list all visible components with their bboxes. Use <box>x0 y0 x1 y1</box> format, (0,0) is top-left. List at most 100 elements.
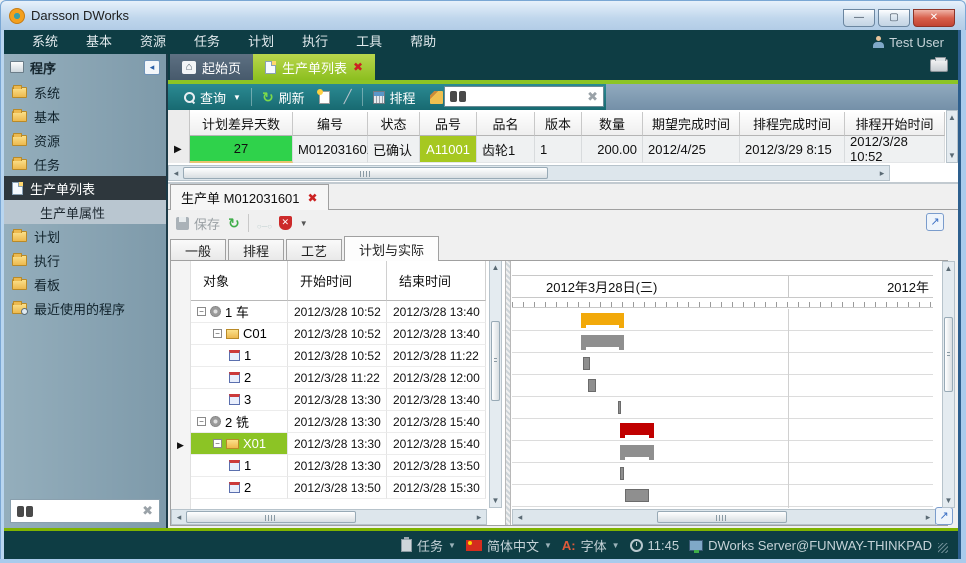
tree-cell-object[interactable]: −2 铣 <box>191 411 288 433</box>
menu-system[interactable]: 系统 <box>18 30 72 54</box>
scroll-down-icon[interactable]: ▼ <box>490 496 501 505</box>
menu-plan[interactable]: 计划 <box>234 30 288 54</box>
gantt-bar[interactable] <box>583 357 590 370</box>
tree-col-end[interactable]: 结束时间 <box>387 261 486 301</box>
gantt-popout-icon[interactable]: ↗ <box>935 507 953 525</box>
sidebar-item-resource[interactable]: 资源 <box>4 128 166 152</box>
tree-cell-object[interactable]: 1 <box>191 345 288 367</box>
tree-row[interactable]: −C012012/3/28 10:522012/3/28 13:40 <box>191 323 486 345</box>
sidebar-item-production-order-list[interactable]: 生产单列表 <box>4 176 166 200</box>
scroll-down-icon[interactable]: ▼ <box>947 151 957 160</box>
status-task-menu[interactable]: 任务 ▼ <box>401 536 456 555</box>
sidebar-item-execute[interactable]: 执行 <box>4 248 166 272</box>
tree-vertical-scrollbar[interactable]: ▲ ▼ <box>489 261 502 508</box>
gantt-bar[interactable] <box>588 379 596 392</box>
scrollbar-thumb[interactable] <box>186 511 356 523</box>
tree-row[interactable]: 32012/3/28 13:302012/3/28 13:40 <box>191 389 486 411</box>
tree-col-start[interactable]: 开始时间 <box>288 261 387 301</box>
col-sched-start[interactable]: 排程开始时间 <box>845 112 945 136</box>
col-code[interactable]: 编号 <box>293 112 368 136</box>
sidebar-item-plan[interactable]: 计划 <box>4 224 166 248</box>
tab-start-page[interactable]: ⌂ 起始页 <box>170 54 253 80</box>
tree-row[interactable]: −X012012/3/28 13:302012/3/28 15:40 <box>191 433 486 455</box>
grid-data-row[interactable]: 27 M012031601 已确认 A11001 齿轮1 1 200.00 20… <box>190 136 945 163</box>
minimize-button[interactable]: — <box>843 9 875 27</box>
tree-cell-object[interactable]: 1 <box>191 455 288 477</box>
sidebar-item-task[interactable]: 任务 <box>4 152 166 176</box>
tree-row[interactable]: 12012/3/28 13:302012/3/28 13:50 <box>191 455 486 477</box>
tree-row[interactable]: −2 铣2012/3/28 13:302012/3/28 15:40 <box>191 411 486 433</box>
scroll-left-icon[interactable]: ◂ <box>169 168 183 179</box>
sidebar-item-production-order-properties[interactable]: 生产单属性 <box>4 200 166 224</box>
gantt-bar[interactable] <box>581 335 624 347</box>
tree-row[interactable]: 22012/3/28 11:222012/3/28 12:00 <box>191 367 486 389</box>
resize-grip[interactable] <box>938 543 948 553</box>
menu-help[interactable]: 帮助 <box>396 30 450 54</box>
scroll-right-icon[interactable]: ▸ <box>472 512 486 523</box>
status-font-menu[interactable]: A: 字体 ▼ <box>562 536 620 555</box>
refresh-button[interactable]: ↻ 刷新 <box>255 88 312 107</box>
tab-production-order-list[interactable]: 生产单列表 ✖ <box>253 54 375 80</box>
col-plan-diff-days[interactable]: 计划差异天数 <box>190 112 293 136</box>
detail-tab-production-order[interactable]: 生产单 M012031601 ✖ <box>170 184 329 210</box>
toolbar-search-input[interactable] <box>471 89 582 104</box>
menu-resource[interactable]: 资源 <box>126 30 180 54</box>
refresh-icon[interactable]: ↻ <box>228 215 240 232</box>
col-item-no[interactable]: 品号 <box>420 112 477 136</box>
menu-basic[interactable]: 基本 <box>72 30 126 54</box>
col-version[interactable]: 版本 <box>535 112 582 136</box>
gantt-bar[interactable] <box>618 401 621 414</box>
col-expected-end[interactable]: 期望完成时间 <box>643 112 740 136</box>
collapse-expander-icon[interactable]: − <box>197 417 206 426</box>
tree-row[interactable]: −1 车2012/3/28 10:522012/3/28 13:40 <box>191 301 486 323</box>
sidebar-item-system[interactable]: 系统 <box>4 80 166 104</box>
clear-search-icon[interactable]: ✖ <box>587 89 598 105</box>
sidebar-item-recent-programs[interactable]: 最近使用的程序 <box>4 296 166 320</box>
tree-cell-object[interactable]: 3 <box>191 389 288 411</box>
scroll-up-icon[interactable]: ▲ <box>947 113 957 122</box>
popout-icon[interactable]: ↗ <box>926 213 944 231</box>
query-button[interactable]: 查询 ▼ <box>176 88 248 107</box>
printer-icon[interactable] <box>930 59 948 72</box>
schedule-button[interactable]: 排程 <box>366 88 423 107</box>
gantt-bar[interactable] <box>581 313 624 325</box>
tree-cell-object[interactable]: −X01 <box>191 433 288 455</box>
clear-search-icon[interactable]: ✖ <box>142 503 153 519</box>
scroll-up-icon[interactable]: ▲ <box>490 263 501 272</box>
detail-tab-close-icon[interactable]: ✖ <box>308 191 318 205</box>
col-status[interactable]: 状态 <box>368 112 420 136</box>
collapse-expander-icon[interactable]: − <box>213 439 222 448</box>
sidebar-collapse-button[interactable]: ◂ <box>144 60 160 75</box>
scroll-right-icon[interactable]: ▸ <box>921 512 935 523</box>
status-language-menu[interactable]: 简体中文 ▼ <box>466 536 552 555</box>
col-sched-end[interactable]: 排程完成时间 <box>740 112 845 136</box>
collapse-expander-icon[interactable]: − <box>213 329 222 338</box>
shield-icon[interactable]: ✕ <box>279 216 292 230</box>
gantt-bar[interactable] <box>625 489 649 502</box>
scroll-down-icon[interactable]: ▼ <box>943 496 954 505</box>
current-user[interactable]: Test User <box>873 30 944 54</box>
menu-execute[interactable]: 执行 <box>288 30 342 54</box>
pane-splitter[interactable] <box>505 261 511 525</box>
subtab-process[interactable]: 工艺 <box>286 239 342 261</box>
scrollbar-thumb[interactable] <box>183 167 548 179</box>
scroll-left-icon[interactable]: ◂ <box>513 512 527 523</box>
col-qty[interactable]: 数量 <box>582 112 643 136</box>
sidebar-search-input[interactable] <box>39 504 136 518</box>
gantt-horizontal-scrollbar[interactable]: ◂ ▸ <box>512 509 936 525</box>
maximize-button[interactable]: ▢ <box>878 9 910 27</box>
subtab-general[interactable]: 一般 <box>170 239 226 261</box>
sidebar-item-kanban[interactable]: 看板 <box>4 272 166 296</box>
gantt-vertical-scrollbar[interactable]: ▲ ▼ <box>942 261 955 508</box>
tree-cell-object[interactable]: −1 车 <box>191 301 288 323</box>
tab-close-icon[interactable]: ✖ <box>353 60 363 74</box>
tree-cell-object[interactable]: −C01 <box>191 323 288 345</box>
new-button[interactable] <box>312 91 337 104</box>
tree-horizontal-scrollbar[interactable]: ◂ ▸ <box>171 509 487 525</box>
sidebar-item-basic[interactable]: 基本 <box>4 104 166 128</box>
tree-cell-object[interactable]: 2 <box>191 367 288 389</box>
tree-row[interactable]: 12012/3/28 10:522012/3/28 11:22 <box>191 345 486 367</box>
gantt-bar[interactable] <box>620 467 624 480</box>
subtab-schedule[interactable]: 排程 <box>228 239 284 261</box>
close-button[interactable]: ✕ <box>913 9 955 27</box>
